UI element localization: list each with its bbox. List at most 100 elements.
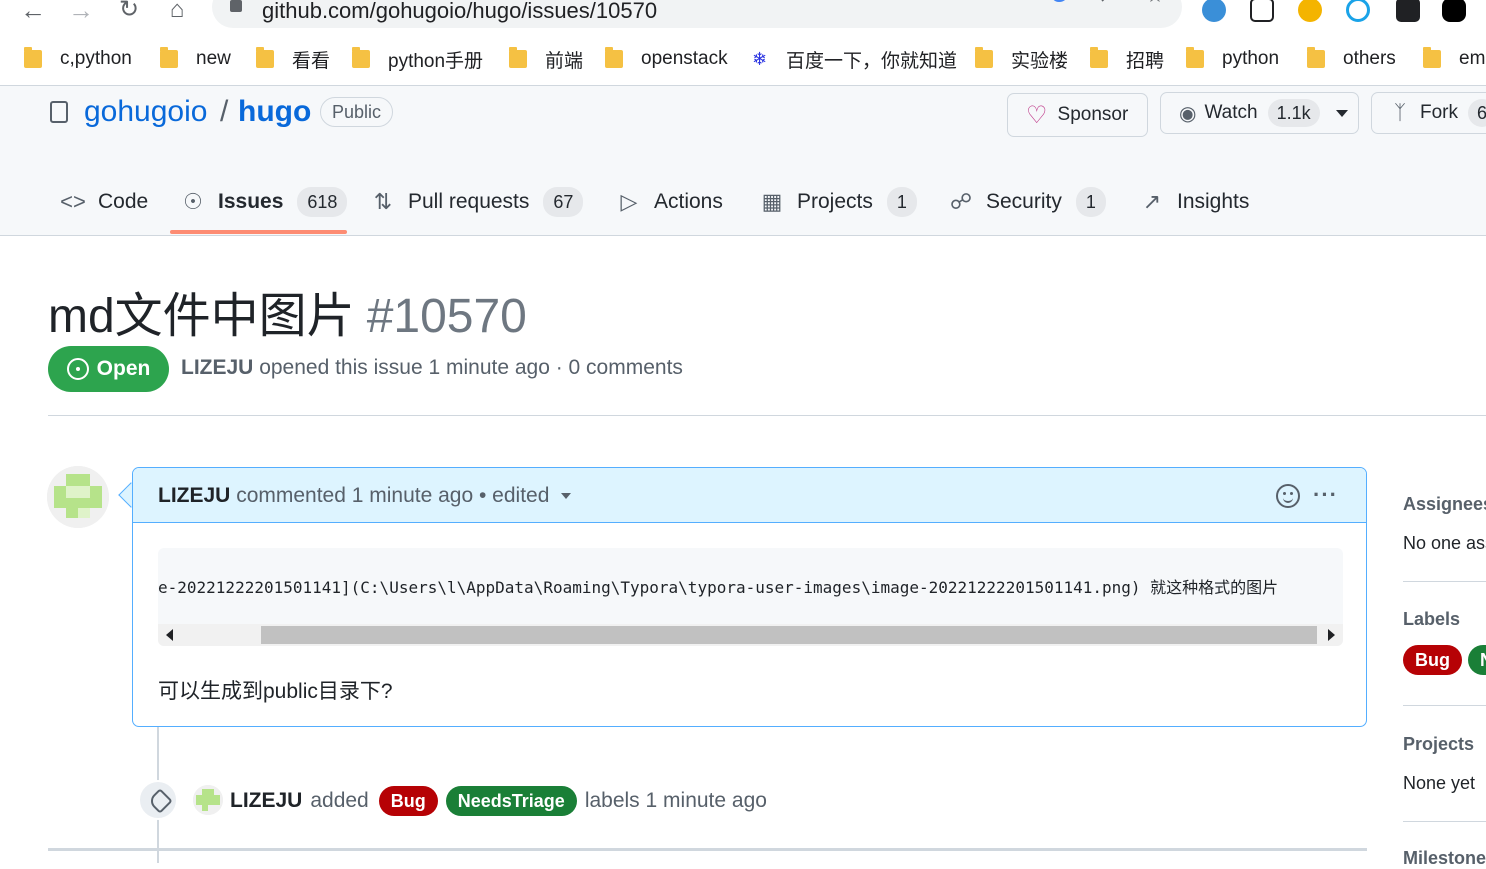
home-icon[interactable]: ⌂ xyxy=(162,0,192,22)
comment-body-text: 可以生成到public目录下? xyxy=(158,680,393,703)
kebab-menu-icon[interactable]: ··· xyxy=(1313,482,1338,508)
bookmark-item[interactable]: 前端 xyxy=(509,44,583,74)
tab-issues[interactable]: ☉ Issues 618 xyxy=(180,184,348,220)
comment-header-text: LIZEJU commented 1 minute ago • edited xyxy=(158,484,572,508)
scroll-left-arrow-icon[interactable] xyxy=(166,629,173,641)
bookmark-item[interactable]: ema xyxy=(1423,44,1486,74)
label-bug[interactable]: Bug xyxy=(1403,645,1462,675)
folder-icon xyxy=(352,47,370,68)
bookmark-label: python xyxy=(1222,48,1280,69)
scrollbar-thumb[interactable] xyxy=(261,626,1317,644)
tag-icon xyxy=(138,780,178,820)
google-icon[interactable]: G xyxy=(1046,0,1072,8)
watch-button[interactable]: ◉ Watch 1.1k xyxy=(1160,92,1359,134)
bookmark-label: c,python xyxy=(60,48,132,69)
tab-code[interactable]: <> Code xyxy=(60,184,148,220)
url-text[interactable]: github.com/gohugoio/hugo/issues/10570 xyxy=(262,0,657,24)
bookmark-star-icon[interactable]: ☆ xyxy=(1142,0,1168,8)
tab-count: 1 xyxy=(1075,187,1106,217)
folder-icon xyxy=(1090,47,1108,68)
extension-chrome-icon[interactable] xyxy=(1298,0,1322,22)
extension-screenshot-icon[interactable] xyxy=(1250,0,1274,22)
fork-button[interactable]: ᛉ Fork 6 xyxy=(1371,92,1486,134)
repo-header: gohugoio / hugo Public ♡ Sponsor ◉ Watch… xyxy=(0,86,1486,236)
browser-chrome: ← → ↻ ⌂ github.com/gohugoio/hugo/issues/… xyxy=(0,0,1486,86)
bookmark-label: 看看 xyxy=(292,50,331,72)
back-arrow-icon[interactable]: ← xyxy=(18,0,48,23)
sidebar-divider xyxy=(1403,705,1486,706)
bookmark-item[interactable]: 看看 xyxy=(256,44,330,74)
event-suffix[interactable]: labels 1 minute ago xyxy=(585,789,767,813)
extension-ring-icon[interactable] xyxy=(1346,0,1370,22)
issue-title-text: md文件中图片 xyxy=(48,290,355,343)
reload-icon[interactable]: ↻ xyxy=(114,0,144,22)
fork-icon: ᛉ xyxy=(1394,101,1406,124)
avatar[interactable] xyxy=(193,785,223,815)
bookmark-item[interactable]: 招聘 xyxy=(1090,44,1164,74)
fork-count: 6 xyxy=(1468,99,1486,127)
bookmark-item[interactable]: c,python xyxy=(24,44,132,74)
chevron-down-icon[interactable] xyxy=(561,493,572,500)
horizontal-scrollbar[interactable] xyxy=(158,624,1343,646)
tab-label: Insights xyxy=(1177,190,1250,213)
code-line: e-20221222201501141](C:\Users\l\AppData\… xyxy=(158,578,1279,597)
issue-author-link[interactable]: LIZEJU xyxy=(181,356,253,379)
bookmark-label: ema xyxy=(1459,48,1486,69)
extension-glasses-icon[interactable] xyxy=(1442,0,1466,22)
folder-icon xyxy=(975,47,993,68)
assignees-heading[interactable]: Assignees xyxy=(1403,494,1486,515)
repo-name-link[interactable]: hugo xyxy=(238,95,311,129)
comment-author-link[interactable]: LIZEJU xyxy=(158,484,230,507)
forward-arrow-icon[interactable]: → xyxy=(66,0,96,23)
tab-security[interactable]: ☍ Security 1 xyxy=(948,184,1106,220)
bookmark-item[interactable]: python手册 xyxy=(352,44,483,74)
comment-edited[interactable]: • edited xyxy=(479,484,549,507)
extension-x-icon[interactable] xyxy=(1396,0,1420,22)
play-icon: ▷ xyxy=(620,189,638,214)
address-bar[interactable]: github.com/gohugoio/hugo/issues/10570 G … xyxy=(212,0,1182,28)
issue-state-badge: Open xyxy=(48,346,169,392)
milestone-heading[interactable]: Milestone xyxy=(1403,848,1486,869)
folder-icon xyxy=(509,47,527,68)
repo-owner-link[interactable]: gohugoio xyxy=(84,95,207,129)
bookmark-label: 百度一下，你就知道 xyxy=(786,50,958,72)
tab-pull-requests[interactable]: ⇅ Pull requests 67 xyxy=(370,184,584,220)
bookmark-item[interactable]: ❄ 百度一下，你就知道 xyxy=(752,44,957,74)
labels-heading[interactable]: Labels xyxy=(1403,609,1460,630)
bookmark-label: new xyxy=(196,48,231,69)
avatar[interactable] xyxy=(47,466,109,528)
tab-actions[interactable]: ▷ Actions xyxy=(616,184,723,220)
eye-icon: ◉ xyxy=(1179,102,1197,125)
label-bug[interactable]: Bug xyxy=(378,786,438,816)
tab-label: Projects xyxy=(797,190,873,213)
sponsor-button[interactable]: ♡ Sponsor xyxy=(1007,93,1148,137)
extension-globe-icon[interactable] xyxy=(1202,0,1226,22)
label-needs-triage[interactable]: NeedsTriage xyxy=(445,786,577,816)
label-needs-triage[interactable]: N xyxy=(1468,645,1486,675)
tab-projects[interactable]: ▦ Projects 1 xyxy=(759,184,917,220)
bookmark-item[interactable]: new xyxy=(160,44,231,74)
bookmark-item[interactable]: openstack xyxy=(605,44,728,74)
bookmark-item[interactable]: 实验楼 xyxy=(975,44,1068,74)
comment-action[interactable]: commented 1 minute ago xyxy=(236,484,473,507)
issue-opened-icon: ☉ xyxy=(183,189,203,214)
projects-heading[interactable]: Projects xyxy=(1403,734,1474,755)
bookmark-item[interactable]: others xyxy=(1307,44,1396,74)
bookmark-label: python手册 xyxy=(388,50,484,72)
tab-insights[interactable]: ↗ Insights xyxy=(1139,184,1250,220)
shield-icon: ☍ xyxy=(949,189,973,214)
table-icon: ▦ xyxy=(761,189,783,214)
lock-icon[interactable] xyxy=(230,0,242,12)
label-event: LIZEJU added Bug NeedsTriage labels 1 mi… xyxy=(230,786,767,816)
event-author-link[interactable]: LIZEJU xyxy=(230,789,302,813)
tab-count: 1 xyxy=(886,187,917,217)
bookmark-label: 招聘 xyxy=(1126,50,1165,72)
folder-icon xyxy=(1307,47,1325,68)
smiley-icon[interactable] xyxy=(1276,484,1300,508)
bookmark-item[interactable]: python xyxy=(1186,44,1279,74)
scroll-right-arrow-icon[interactable] xyxy=(1328,629,1335,641)
chevron-down-icon[interactable] xyxy=(1335,109,1348,117)
tab-count: 618 xyxy=(297,187,348,217)
share-icon[interactable]: ↗ xyxy=(1094,0,1120,8)
code-block: e-20221222201501141](C:\Users\l\AppData\… xyxy=(158,548,1343,646)
